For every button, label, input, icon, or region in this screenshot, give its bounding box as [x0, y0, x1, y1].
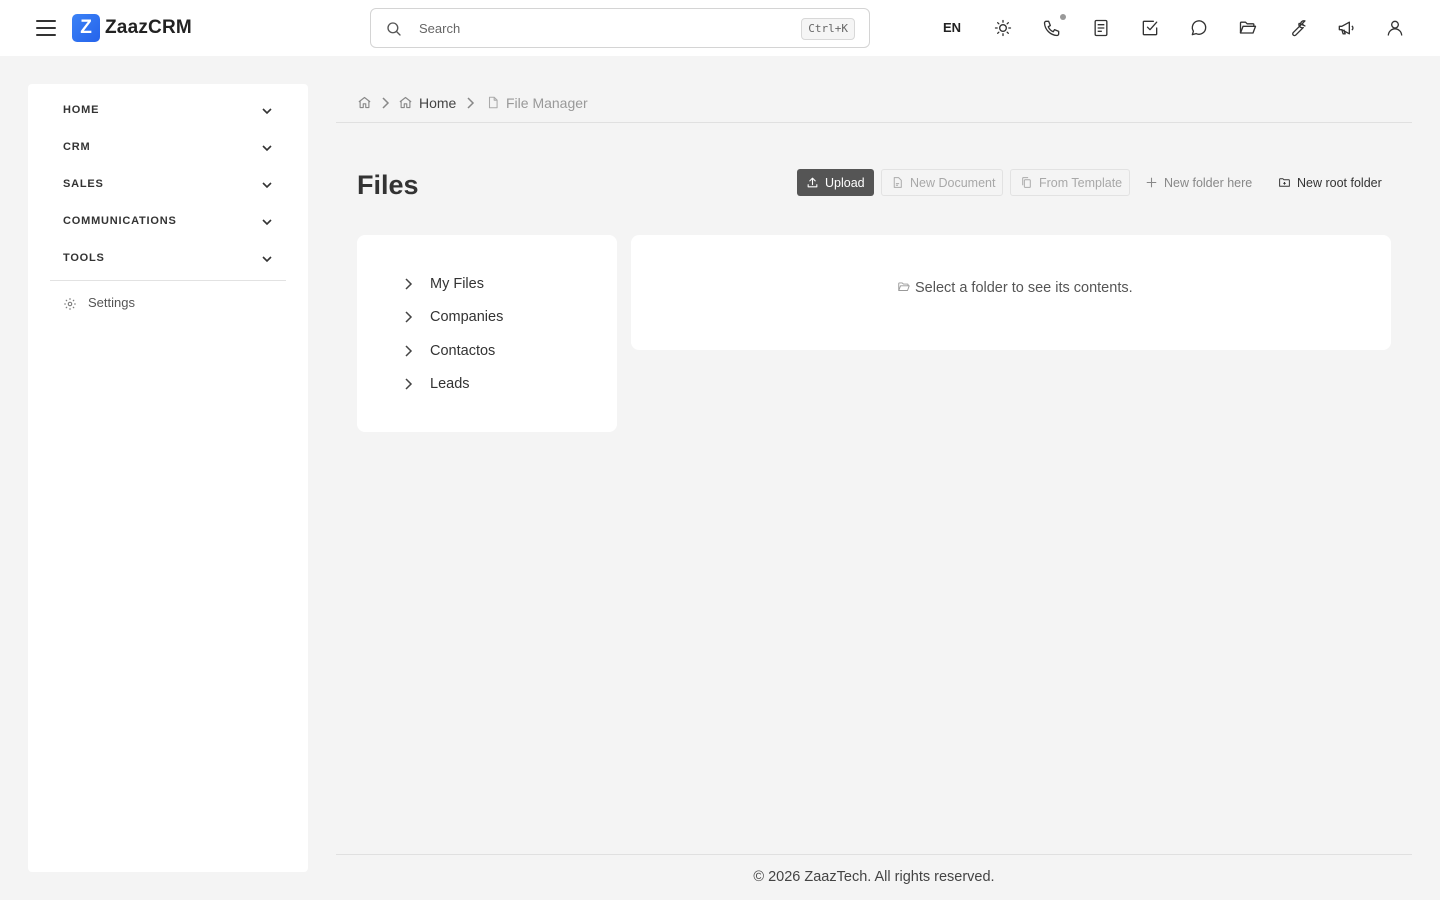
- chat-icon[interactable]: [1189, 18, 1209, 38]
- chevron-right-icon[interactable]: [401, 277, 415, 291]
- footer-copyright: © 2026 ZaazTech. All rights reserved.: [753, 869, 995, 885]
- upload-button[interactable]: Upload: [797, 169, 874, 196]
- chevron-down-icon: [262, 145, 272, 152]
- document-icon: [893, 177, 902, 188]
- folder-companies[interactable]: Companies: [401, 306, 601, 328]
- notification-dot: [1060, 14, 1066, 20]
- breadcrumb: Home File Manager: [357, 93, 757, 113]
- folder-leads[interactable]: Leads: [401, 373, 601, 395]
- chevron-down-icon: [262, 108, 272, 115]
- tasks-icon[interactable]: [1140, 18, 1160, 38]
- empty-state: Select a folder to see its contents.: [897, 279, 1197, 299]
- app-name[interactable]: ZaazCRM: [105, 17, 192, 39]
- breadcrumb-home-label: Home: [419, 95, 457, 111]
- folder-label: Leads: [430, 376, 470, 392]
- breadcrumb-current-label: File Manager: [506, 95, 588, 111]
- sidebar: HOME CRM SALES COMMUNICATIONS TOOLS Sett…: [28, 84, 308, 872]
- folder-open-icon: [898, 282, 910, 291]
- search-shortcut-badge: Ctrl+K: [801, 18, 855, 40]
- chevron-down-icon: [262, 256, 272, 263]
- new-folder-here-button[interactable]: New folder here: [1145, 169, 1257, 196]
- new-folder-here-label: New folder here: [1164, 175, 1253, 190]
- sidebar-item-label: HOME: [63, 104, 100, 116]
- from-template-button[interactable]: From Template: [1010, 169, 1130, 196]
- sidebar-item-communications[interactable]: COMMUNICATIONS: [50, 208, 286, 236]
- sidebar-item-home[interactable]: HOME: [50, 97, 286, 125]
- sidebar-item-label: TOOLS: [63, 252, 105, 264]
- logo-mark[interactable]: Z: [72, 14, 100, 42]
- folder-contactos[interactable]: Contactos: [401, 340, 601, 362]
- folder-tree: My Files Companies Contactos Leads: [357, 235, 617, 432]
- sun-icon[interactable]: [993, 18, 1013, 38]
- sidebar-item-sales[interactable]: SALES: [50, 171, 286, 199]
- settings-label: Settings: [88, 295, 135, 310]
- new-root-folder-label: New root folder: [1297, 175, 1382, 190]
- copy-icon: [1022, 177, 1031, 188]
- menu-icon[interactable]: [34, 18, 58, 38]
- search-bar[interactable]: Search Ctrl+K: [370, 8, 870, 48]
- notes-icon[interactable]: [1091, 18, 1111, 38]
- phone-icon[interactable]: [1042, 18, 1062, 38]
- footer-divider: [336, 854, 1412, 855]
- chevron-right-icon: [467, 97, 475, 109]
- megaphone-icon[interactable]: [1336, 18, 1356, 38]
- sidebar-item-label: CRM: [63, 141, 91, 153]
- user-icon[interactable]: [1385, 18, 1405, 38]
- sidebar-item-label: COMMUNICATIONS: [63, 215, 177, 227]
- sidebar-item-label: SALES: [63, 178, 104, 190]
- search-icon: [387, 22, 401, 36]
- folder-plus-icon: [1279, 178, 1290, 187]
- file-icon: [488, 96, 498, 109]
- new-root-folder-button[interactable]: New root folder: [1278, 169, 1388, 196]
- folder-label: Contactos: [430, 343, 496, 359]
- chevron-right-icon: [382, 97, 390, 109]
- upload-label: Upload: [825, 175, 865, 190]
- home-icon: [399, 96, 412, 109]
- sidebar-divider: [50, 280, 286, 281]
- new-document-label: New Document: [910, 175, 996, 190]
- language-switch[interactable]: EN: [943, 20, 961, 35]
- chevron-right-icon[interactable]: [401, 310, 415, 324]
- folder-contents-panel: Select a folder to see its contents.: [631, 235, 1391, 350]
- new-document-button[interactable]: New Document: [881, 169, 1003, 196]
- gear-icon: [64, 298, 76, 310]
- chevron-down-icon: [262, 219, 272, 226]
- search-input[interactable]: Search: [419, 21, 460, 36]
- sidebar-item-settings[interactable]: Settings: [63, 294, 263, 314]
- upload-icon: [807, 177, 818, 188]
- chevron-down-icon: [262, 182, 272, 189]
- home-icon[interactable]: [357, 95, 372, 110]
- empty-state-message: Select a folder to see its contents.: [915, 280, 1133, 296]
- folder-my-files[interactable]: My Files: [401, 273, 601, 295]
- chevron-right-icon[interactable]: [401, 344, 415, 358]
- sidebar-item-crm[interactable]: CRM: [50, 134, 286, 162]
- plus-icon: [1146, 177, 1157, 188]
- sidebar-item-tools[interactable]: TOOLS: [50, 245, 286, 273]
- from-template-label: From Template: [1039, 175, 1123, 190]
- folder-label: Companies: [430, 309, 504, 325]
- breadcrumb-divider: [336, 122, 1412, 123]
- wrench-icon[interactable]: [1287, 18, 1307, 38]
- top-bar: Z ZaazCRM Search Ctrl+K EN: [0, 0, 1440, 56]
- page-title: Files: [357, 170, 419, 200]
- folder-open-icon[interactable]: [1238, 18, 1258, 38]
- folder-label: My Files: [430, 276, 484, 292]
- chevron-right-icon[interactable]: [401, 377, 415, 391]
